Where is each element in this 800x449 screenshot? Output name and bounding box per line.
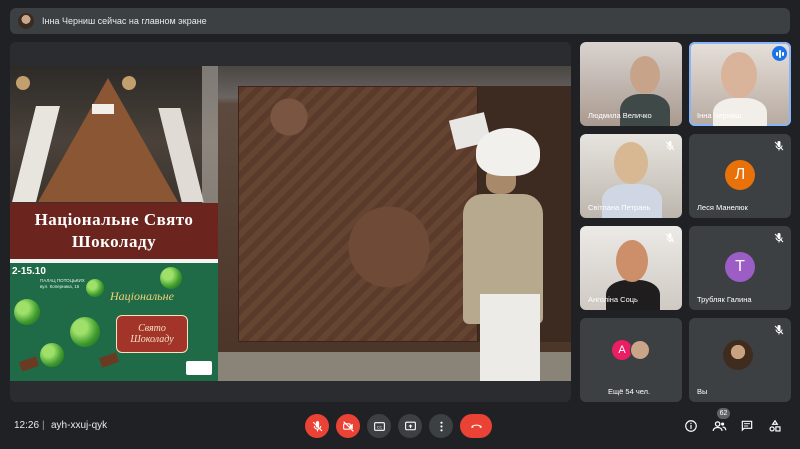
slide-left-column: Національне Свято Шоколаду 2-15.10 ПАЛАЦ… <box>10 66 218 381</box>
presenter-avatar <box>18 13 34 29</box>
mic-off-icon <box>665 141 675 151</box>
leave-call-button[interactable] <box>460 414 492 438</box>
participant-name: Інна Черниш <box>697 111 742 120</box>
presenting-banner-text: Інна Черниш сейчас на главном экране <box>42 16 207 26</box>
people-button[interactable] <box>711 418 727 434</box>
mic-off-icon <box>312 420 322 431</box>
meeting-info-button[interactable] <box>683 418 699 434</box>
chat-button[interactable] <box>739 418 755 434</box>
participant-tile[interactable]: Світлана Петрань <box>580 134 682 218</box>
participant-avatar: Т <box>725 252 755 282</box>
speaking-indicator-icon <box>772 46 787 61</box>
participant-name: Леся Манелюк <box>697 203 748 212</box>
microphone-button[interactable] <box>305 414 329 438</box>
participant-name: Людмила Величко <box>588 111 652 120</box>
shared-screen: Національне Свято Шоколаду 2-15.10 ПАЛАЦ… <box>10 66 571 381</box>
slide-title-line2: Шоколаду <box>71 232 157 251</box>
participant-tile[interactable]: Л Леся Манелюк <box>689 134 791 218</box>
mic-off-icon <box>774 325 784 335</box>
more-participants-label: Ещё 54 чел. <box>608 387 651 396</box>
activities-button[interactable] <box>767 418 783 434</box>
participant-name: Трубляк Галина <box>697 295 752 304</box>
chocolate-relief-photo <box>218 66 571 381</box>
main-stage[interactable]: Національне Свято Шоколаду 2-15.10 ПАЛАЦ… <box>10 42 571 402</box>
camera-button[interactable] <box>336 414 360 438</box>
call-end-icon <box>471 424 481 428</box>
participant-count-badge: 62 <box>717 408 730 419</box>
mic-off-icon <box>774 233 784 243</box>
slide-title: Національне Свято Шоколаду <box>10 203 218 259</box>
activities-icon <box>769 419 781 432</box>
bottom-toolbar: 12:26 | ayh-xxuj-qyk CC 62 <box>0 405 800 449</box>
svg-text:CC: CC <box>376 424 382 429</box>
more-vert-icon <box>439 421 443 431</box>
more-participants-tile[interactable]: А Ещё 54 чел. <box>580 318 682 402</box>
poster-banner-line1: Свято <box>138 323 166 334</box>
more-options-button[interactable] <box>429 414 453 438</box>
info-icon <box>685 420 697 432</box>
participant-name: Анголіна Соць <box>588 295 638 304</box>
captions-icon: CC <box>373 421 385 431</box>
separator: | <box>42 420 45 431</box>
mic-off-icon <box>774 141 784 151</box>
chat-icon <box>741 420 753 432</box>
self-tile[interactable]: Вы <box>689 318 791 402</box>
participant-avatar <box>630 340 650 360</box>
present-button[interactable] <box>398 414 422 438</box>
poster-script-title: Національне <box>110 289 174 303</box>
chocolate-house-photo <box>10 66 218 203</box>
self-avatar <box>723 340 753 370</box>
participant-avatar: А <box>612 340 632 360</box>
participant-tile[interactable]: Т Трубляк Галина <box>689 226 791 310</box>
participant-tile-active-speaker[interactable]: Інна Черниш <box>689 42 791 126</box>
people-icon <box>712 420 726 431</box>
participant-tile[interactable]: Людмила Величко <box>580 42 682 126</box>
poster-logo <box>186 361 212 375</box>
participant-name: Світлана Петрань <box>588 203 651 212</box>
slide-title-line1: Національне Свято <box>34 210 194 229</box>
poster-banner: Свято Шоколаду <box>116 315 188 353</box>
captions-button[interactable]: CC <box>367 414 391 438</box>
festival-poster: 2-15.10 ПАЛАЦ ПОТОЦЬКИХ вул. Коперника, … <box>10 259 218 381</box>
mic-off-icon <box>665 233 675 243</box>
meeting-code: ayh-xxuj-qyk <box>51 420 108 431</box>
poster-dates: 2-15.10 <box>12 266 46 277</box>
more-participants-avatars: А <box>612 340 650 360</box>
participant-avatar: Л <box>725 160 755 190</box>
self-name: Вы <box>697 387 708 396</box>
clock: 12:26 <box>14 420 40 431</box>
present-icon <box>404 421 416 430</box>
poster-banner-line2: Шоколаду <box>130 334 174 345</box>
camera-off-icon <box>342 420 354 432</box>
presenting-banner: Інна Черниш сейчас на главном экране <box>10 8 790 34</box>
participant-tile[interactable]: Анголіна Соць <box>580 226 682 310</box>
